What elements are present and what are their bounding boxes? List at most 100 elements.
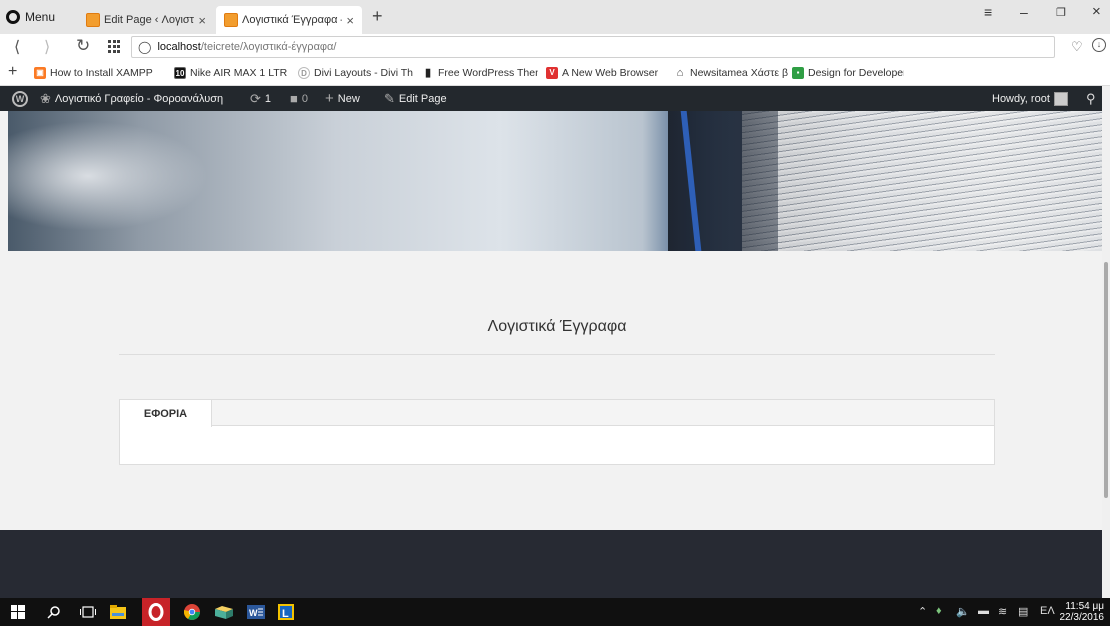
site-favicon-icon	[86, 13, 100, 27]
new-tab-button[interactable]: +	[372, 7, 383, 25]
tab-eforia[interactable]: ΕΦΟΡΙΑ	[120, 400, 212, 427]
admin-new[interactable]: + New	[325, 86, 360, 111]
comments-count: 0	[301, 92, 308, 105]
comment-icon: ■	[290, 91, 298, 106]
admin-edit-page[interactable]: ✎ Edit Page	[384, 86, 447, 111]
url-host: localhost	[157, 41, 201, 53]
tab-menu-icon[interactable]: ≡	[984, 4, 992, 20]
word-icon[interactable]: W	[246, 602, 266, 622]
edit-page-label: Edit Page	[398, 92, 447, 105]
language-indicator[interactable]: ΕΛ	[1040, 605, 1055, 617]
browser-tab-edit-page[interactable]: Edit Page ‹ Λογιστικό Γραφ ×	[78, 6, 214, 34]
globe-icon: ◯	[138, 40, 152, 54]
tab-title: Λογιστικά Έγγραφα – Λογ	[242, 14, 342, 26]
site-footer	[0, 530, 1102, 598]
clock-date: 22/3/2016	[1059, 612, 1105, 623]
opera-taskbar-icon[interactable]	[142, 598, 170, 626]
tab-close-icon[interactable]: ×	[198, 13, 206, 28]
xampp-icon: ▣	[34, 67, 46, 79]
admin-account[interactable]: Howdy, root	[992, 86, 1068, 111]
pencil-icon: ✎	[384, 90, 395, 106]
banner-hand-shape	[8, 121, 208, 231]
site-name-label: Λογιστικό Γραφείο - Φοροανάλυση	[54, 92, 224, 105]
updates-icon: ⟳	[250, 90, 261, 106]
svg-text:L: L	[282, 608, 289, 620]
back-icon[interactable]: ⟨	[14, 37, 20, 57]
tray-chevron-icon[interactable]: ⌃	[918, 605, 927, 618]
add-bookmark-icon[interactable]: +	[8, 63, 17, 81]
restore-button[interactable]: ❐	[1056, 6, 1066, 19]
document-icon: ▮	[424, 67, 432, 79]
system-clock[interactable]: 11:54 μμ 22/3/2016	[1060, 601, 1105, 623]
design-icon: ▪	[792, 67, 804, 79]
scrollbar-thumb[interactable]	[1104, 262, 1108, 498]
opera-logo-icon	[6, 10, 20, 24]
wp-logo-button[interactable]: W	[12, 86, 28, 111]
speed-dial-icon[interactable]	[108, 40, 122, 54]
bookmark-free-wordpress[interactable]: ▮ Free WordPress Then	[422, 66, 538, 80]
search-icon[interactable]	[44, 602, 64, 622]
clock-time: 11:54 μμ	[1065, 601, 1104, 612]
wp-admin-bar: W ❀ Λογιστικό Γραφείο - Φοροανάλυση ⟳ 1 …	[0, 86, 1110, 111]
updates-count: 1	[264, 92, 272, 105]
reload-icon[interactable]: ↻	[76, 36, 90, 56]
dashboard-icon: ❀	[40, 90, 51, 106]
notifications-icon[interactable]: ▤	[1018, 605, 1028, 618]
opera-menu-button[interactable]: Menu	[6, 8, 55, 26]
bookmark-vivaldi[interactable]: V A New Web Browser	[546, 66, 666, 80]
bookmarks-bar: + ▣ How to Install XAMPP 10 Nike AIR MAX…	[0, 60, 1110, 86]
close-window-button[interactable]: ×	[1092, 3, 1101, 20]
battery-icon[interactable]: ▬	[978, 605, 989, 617]
address-input[interactable]: ◯ localhost/teicrete/λογιστικά-έγγραφα/	[131, 36, 1055, 58]
wordpress-logo-icon: W	[12, 90, 28, 107]
chrome-icon[interactable]	[182, 602, 202, 622]
bookmark-label: A New Web Browser	[562, 67, 659, 79]
browser-tab-strip: Menu Edit Page ‹ Λογιστικό Γραφ × Λογιστ…	[0, 0, 1110, 34]
address-toolbar: ⟨ ⟩ ↻ ◯ localhost/teicrete/λογιστικά-έγγ…	[0, 34, 1110, 60]
howdy-label: Howdy, root	[992, 92, 1050, 105]
banner-documents-shape	[742, 111, 1102, 251]
heart-icon[interactable]: ♡	[1071, 39, 1083, 55]
page-content: Λογιστικά Έγγραφα ΕΦΟΡΙΑ	[0, 251, 1102, 530]
header-banner-image	[8, 111, 1102, 251]
tray-app-icon[interactable]: ♦	[936, 605, 942, 617]
forward-icon[interactable]: ⟩	[44, 37, 50, 57]
admin-updates[interactable]: ⟳ 1	[250, 86, 271, 111]
volume-icon[interactable]: 🔈	[956, 605, 970, 618]
new-label: New	[337, 92, 360, 105]
bookmark-label: Nike AIR MAX 1 LTR	[190, 67, 288, 79]
download-icon[interactable]: ↓	[1092, 38, 1106, 52]
minimize-button[interactable]: –	[1020, 4, 1028, 20]
title-divider	[119, 354, 995, 355]
site-favicon-icon	[224, 13, 238, 27]
wifi-icon[interactable]: ≋	[998, 605, 1007, 618]
tab-close-icon[interactable]: ×	[346, 13, 354, 28]
bookmark-label: Free WordPress Then	[438, 67, 538, 79]
app-l-icon[interactable]: L	[276, 602, 296, 622]
divi-icon: D	[298, 67, 310, 79]
file-explorer-icon[interactable]	[108, 602, 128, 622]
windows-taskbar: W L ⌃ ♦ 🔈 ▬ ≋ ▤ ΕΛ 11:54 μμ 22/3/2016	[0, 598, 1110, 626]
bookmark-xampp[interactable]: ▣ How to Install XAMPP	[34, 66, 166, 80]
search-icon: ⚲	[1086, 90, 1096, 106]
vivaldi-icon: V	[546, 67, 558, 79]
app-folder-icon[interactable]	[214, 602, 234, 622]
svg-text:W: W	[249, 608, 258, 618]
bookmark-nike[interactable]: 10 Nike AIR MAX 1 LTR	[174, 66, 290, 80]
task-view-icon[interactable]	[78, 602, 98, 622]
admin-comments[interactable]: ■ 0	[290, 86, 308, 111]
bookmark-design-for-developers[interactable]: ▪ Design for Developer	[792, 66, 904, 80]
content-tabs: ΕΦΟΡΙΑ	[119, 399, 995, 465]
admin-search[interactable]: ⚲	[1086, 86, 1096, 111]
menu-label: Menu	[25, 10, 56, 24]
bookmark-newsitamea[interactable]: ⌂ Newsitamea Χάστε β	[674, 66, 790, 80]
browser-tab-active[interactable]: Λογιστικά Έγγραφα – Λογ ×	[216, 6, 362, 34]
bookmark-label: How to Install XAMPP	[50, 67, 153, 79]
bookmark-label: Design for Developer	[808, 67, 904, 79]
nike-icon: 10	[174, 67, 186, 79]
bookmark-divi[interactable]: D Divi Layouts - Divi Th	[298, 66, 422, 80]
bookmark-label: Divi Layouts - Divi Th	[314, 67, 414, 79]
admin-site-name[interactable]: ❀ Λογιστικό Γραφείο - Φοροανάλυση	[40, 86, 223, 111]
windows-start-icon[interactable]	[8, 602, 28, 622]
plus-icon: +	[325, 90, 334, 107]
